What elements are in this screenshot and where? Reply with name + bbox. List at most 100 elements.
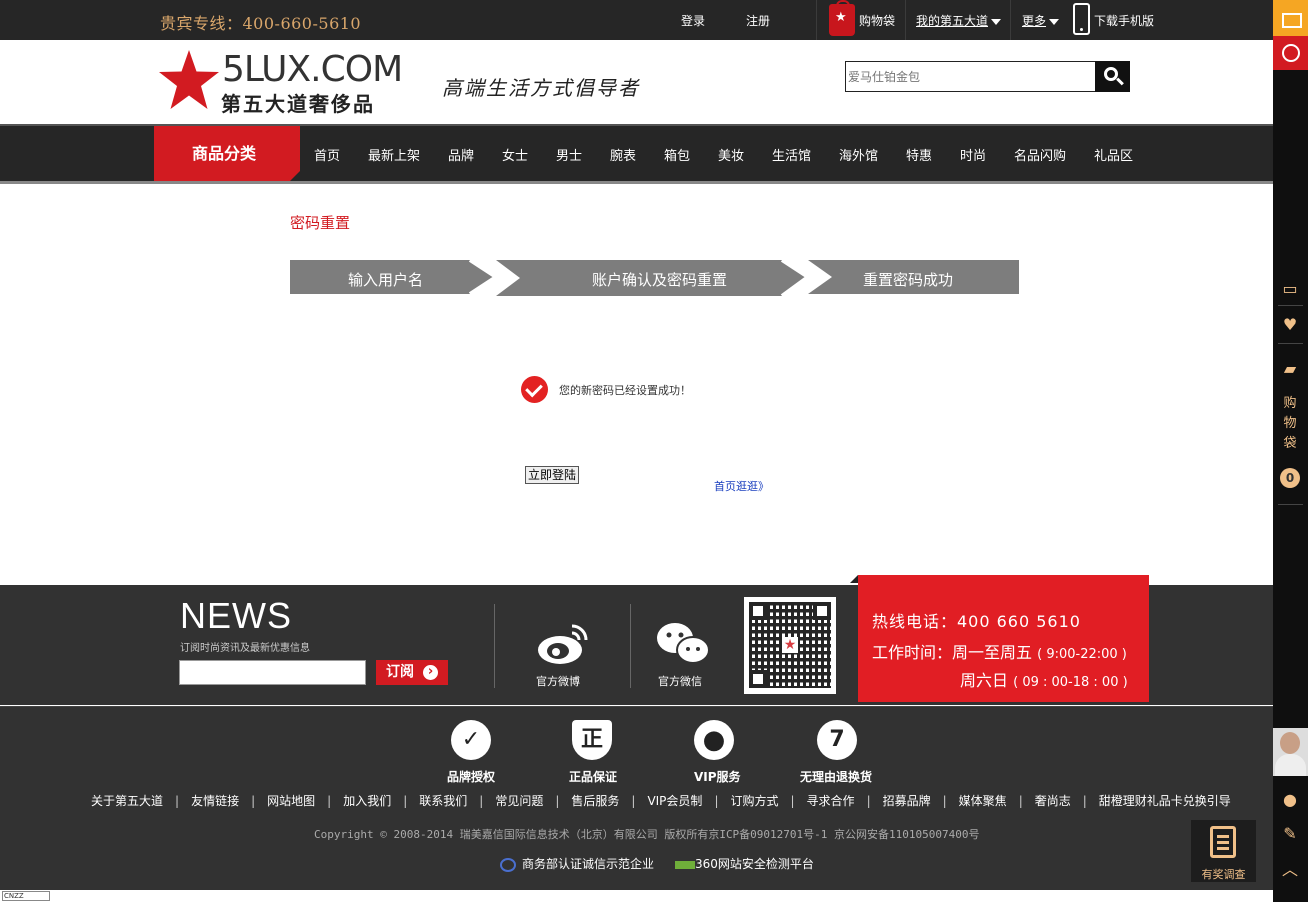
- nav-item-fashion[interactable]: 时尚: [960, 145, 986, 164]
- more-menu[interactable]: 更多: [1022, 12, 1060, 29]
- hotline-box: 热线电话：400 660 5610 工作时间：周一至周五 ( 9:00-22:0…: [850, 575, 1149, 702]
- cart-link[interactable]: 购物袋: [859, 12, 895, 29]
- check-badge-icon: ✓: [451, 720, 491, 760]
- footer-link[interactable]: 关于第五大道: [91, 792, 163, 809]
- hotline-weekend: 周六日 ( 09 : 00-18 : 00 ): [960, 671, 1128, 690]
- nav-item-watches[interactable]: 腕表: [610, 145, 636, 164]
- security-badge-icon: [675, 860, 695, 869]
- footer-link[interactable]: 联系我们: [419, 792, 467, 809]
- shield-icon: 正: [572, 720, 612, 760]
- footer-link[interactable]: 网站地图: [267, 792, 315, 809]
- nav-item-overseas[interactable]: 海外馆: [839, 145, 878, 164]
- register-link[interactable]: 注册: [746, 12, 770, 29]
- step-3-label: 重置密码成功: [863, 271, 954, 289]
- login-link[interactable]: 登录: [681, 12, 705, 29]
- nav-item-deals[interactable]: 特惠: [906, 145, 932, 164]
- nav-item-lifestyle[interactable]: 生活馆: [772, 145, 811, 164]
- badge-authentic: 正品保证: [569, 770, 618, 784]
- nav-item-men[interactable]: 男士: [556, 145, 582, 164]
- certificate-icon: [500, 857, 516, 872]
- survey-button[interactable]: 有奖调查: [1191, 820, 1256, 882]
- footer-link[interactable]: VIP会员制: [647, 792, 702, 809]
- weibo-label[interactable]: 官方微博: [536, 673, 580, 689]
- user-icon: ●: [694, 720, 734, 760]
- footer-link[interactable]: 奢尚志: [1035, 792, 1071, 809]
- nav-item-beauty[interactable]: 美妆: [718, 145, 744, 164]
- nav-item-flash-sale[interactable]: 名品闪购: [1014, 145, 1066, 164]
- nav-item-brands[interactable]: 品牌: [448, 145, 474, 164]
- vip-hotline: 贵宾专线：400-660-5610: [160, 14, 362, 33]
- nav-item-new[interactable]: 最新上架: [368, 145, 420, 164]
- footer-link[interactable]: 常见问题: [495, 792, 543, 809]
- badge-vip: VIP服务: [694, 770, 741, 784]
- page-title: 密码重置: [290, 214, 351, 232]
- category-menu-button[interactable]: 商品分类: [154, 126, 300, 181]
- hotline-phone: 热线电话：400 660 5610: [872, 612, 1081, 631]
- chevron-down-icon: [991, 18, 1002, 25]
- history-icon[interactable]: [1273, 36, 1308, 70]
- customer-service-avatar[interactable]: [1273, 728, 1308, 776]
- search-input[interactable]: [845, 61, 1096, 92]
- chat-icon[interactable]: ●: [1281, 792, 1299, 808]
- login-now-button[interactable]: 立即登陆: [525, 466, 579, 484]
- slogan: 高端生活方式倡导者: [442, 76, 640, 100]
- logo-star-icon[interactable]: [158, 50, 220, 110]
- shopping-bag-icon[interactable]: ▰: [1281, 361, 1299, 377]
- success-message: 您的新密码已经设置成功！: [559, 384, 691, 397]
- hotline-hours: 工作时间：周一至周五 ( 9:00-22:00 ): [872, 643, 1127, 662]
- news-subtitle: 订阅时尚资讯及最新优惠信息: [180, 643, 310, 654]
- search-button[interactable]: [1095, 61, 1130, 92]
- divider: [905, 0, 906, 40]
- download-app-link[interactable]: 下载手机版: [1094, 12, 1154, 29]
- footer-links: 关于第五大道 | 友情链接 | 网站地图 | 加入我们 | 联系我们 | 常见问题 | 售后服务 | VIP…: [91, 792, 1231, 809]
- home-browse-link[interactable]: 首页逛逛》: [714, 478, 769, 494]
- nav-item-home[interactable]: 首页: [314, 145, 340, 164]
- qr-code-image: ★: [744, 597, 836, 694]
- shopping-bag-icon[interactable]: ★: [829, 0, 855, 36]
- step-1-label: 输入用户名: [348, 271, 424, 289]
- back-to-top-icon[interactable]: ︿: [1281, 862, 1299, 878]
- footer-link[interactable]: 寻求合作: [807, 792, 855, 809]
- nav-border: [0, 181, 1273, 184]
- seven-day-icon: 7: [817, 720, 857, 760]
- stats-badge[interactable]: CNZZ: [2, 891, 50, 901]
- my-account-menu[interactable]: 我的第五大道: [916, 12, 1002, 29]
- chevron-down-icon: [1049, 18, 1060, 25]
- wechat-label[interactable]: 官方微信: [658, 673, 702, 689]
- logo-subtitle: 第五大道奢侈品: [221, 92, 375, 116]
- divider: [630, 604, 631, 688]
- sidebar-cart-label[interactable]: 购物袋: [1282, 394, 1298, 454]
- nav-item-gifts[interactable]: 礼品区: [1094, 145, 1133, 164]
- nav-item-bags[interactable]: 箱包: [664, 145, 690, 164]
- mobile-phone-icon[interactable]: [1073, 3, 1090, 35]
- nav-item-women[interactable]: 女士: [502, 145, 528, 164]
- cart-count-badge: 0: [1280, 468, 1300, 488]
- divider: [816, 0, 817, 40]
- heart-icon[interactable]: ♥: [1281, 317, 1299, 333]
- subscribe-button[interactable]: 订阅: [376, 660, 448, 685]
- footer-link[interactable]: 售后服务: [571, 792, 619, 809]
- footer-link[interactable]: 订购方式: [730, 792, 778, 809]
- survey-icon: [1210, 826, 1236, 858]
- footer-link[interactable]: 招募品牌: [883, 792, 931, 809]
- copyright: Copyright © 2008-2014 瑞美嘉信国际信息技术（北京）有限公司…: [314, 828, 980, 841]
- badge-return: 无理由退换货: [800, 770, 873, 784]
- weibo-icon[interactable]: [534, 620, 590, 666]
- card-icon[interactable]: ▭: [1281, 281, 1299, 297]
- logo-wordmark[interactable]: 5LUX.COM: [222, 52, 403, 88]
- footer-link[interactable]: 加入我们: [343, 792, 391, 809]
- progress-steps: 输入用户名 账户确认及密码重置 重置密码成功: [290, 260, 1020, 296]
- step-2-label: 账户确认及密码重置: [592, 271, 728, 289]
- mail-icon[interactable]: [1273, 0, 1308, 36]
- divider: [494, 604, 495, 688]
- badge-brand-authorized: 品牌授权: [447, 770, 496, 784]
- footer-link[interactable]: 甜橙理财礼品卡兑换引导: [1099, 792, 1231, 809]
- check-circle-icon: [521, 376, 548, 403]
- wechat-icon[interactable]: [655, 620, 711, 666]
- edit-icon[interactable]: ✎: [1281, 826, 1299, 842]
- newsletter-email-input[interactable]: [179, 660, 366, 685]
- commerce-cert[interactable]: 商务部认证诚信示范企业: [500, 855, 654, 872]
- footer-link[interactable]: 友情链接: [191, 792, 239, 809]
- footer-link[interactable]: 媒体聚焦: [959, 792, 1007, 809]
- security-cert[interactable]: 360网站安全检测平台: [675, 855, 814, 872]
